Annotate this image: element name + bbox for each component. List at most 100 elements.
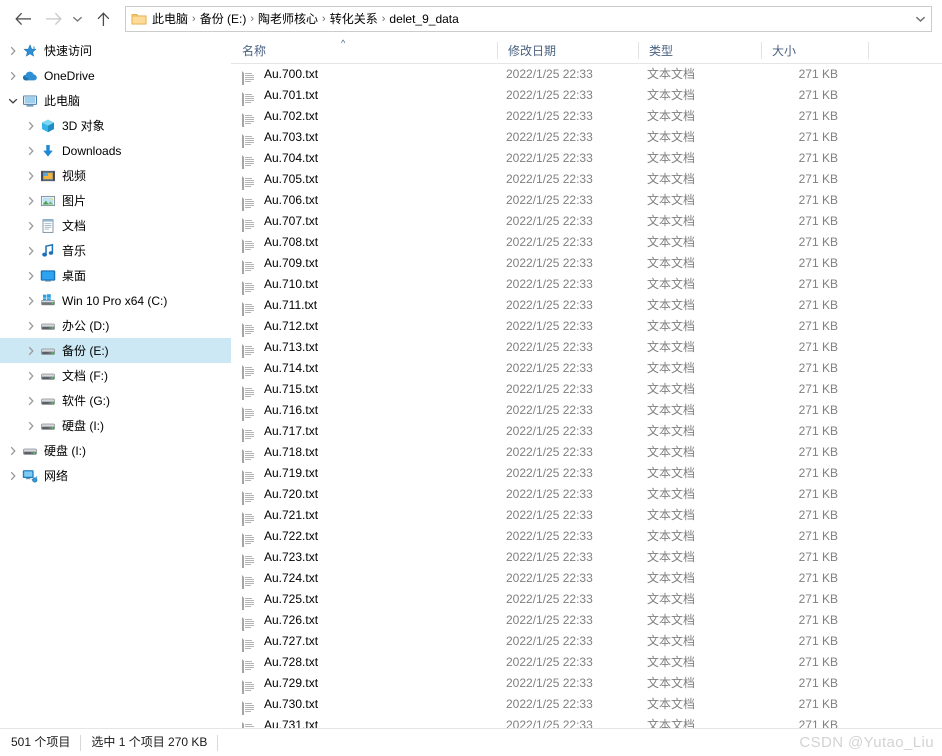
column-header-name[interactable]: 名称 ^ xyxy=(231,38,497,63)
sidebar-item-1[interactable]: OneDrive xyxy=(0,63,231,88)
table-row[interactable]: Au.702.txt 2022/1/25 22:33 文本文档 271 KB xyxy=(231,106,942,127)
table-row[interactable]: Au.704.txt 2022/1/25 22:33 文本文档 271 KB xyxy=(231,148,942,169)
table-row[interactable]: Au.716.txt 2022/1/25 22:33 文本文档 271 KB xyxy=(231,400,942,421)
sidebar-item-12[interactable]: 备份 (E:) xyxy=(0,338,231,363)
table-row[interactable]: Au.729.txt 2022/1/25 22:33 文本文档 271 KB xyxy=(231,673,942,694)
navigation-pane[interactable]: 快速访问 OneDrive 此电脑 3D 对象 Downloads 视频 图片文档音乐 桌面 W… xyxy=(0,38,231,728)
back-button[interactable] xyxy=(10,6,36,32)
tree-expander[interactable] xyxy=(4,63,22,88)
file-name: Au.726.txt xyxy=(264,613,319,627)
sidebar-item-9[interactable]: 桌面 xyxy=(0,263,231,288)
breadcrumb: 此电脑 › 备份 (E:) › 陶老师核心 › 转化关系 › delet_9_data xyxy=(149,7,909,31)
breadcrumb-item[interactable]: 备份 (E:) xyxy=(197,7,250,31)
file-name-cell: Au.704.txt xyxy=(231,148,318,169)
sidebar-item-14[interactable]: 软件 (G:) xyxy=(0,388,231,413)
file-name-cell: Au.711.txt xyxy=(231,295,317,316)
table-row[interactable]: Au.713.txt 2022/1/25 22:33 文本文档 271 KB xyxy=(231,337,942,358)
tree-expander[interactable] xyxy=(22,413,40,438)
tree-expander[interactable] xyxy=(22,338,40,363)
tree-expander[interactable] xyxy=(4,88,22,113)
table-row[interactable]: Au.717.txt 2022/1/25 22:33 文本文档 271 KB xyxy=(231,421,942,442)
sidebar-item-3[interactable]: 3D 对象 xyxy=(0,113,231,138)
column-divider[interactable] xyxy=(868,42,869,59)
tree-expander[interactable] xyxy=(22,388,40,413)
breadcrumb-item[interactable]: delet_9_data xyxy=(386,7,461,31)
sidebar-item-0[interactable]: 快速访问 xyxy=(0,38,231,63)
table-row[interactable]: Au.700.txt 2022/1/25 22:33 文本文档 271 KB xyxy=(231,64,942,85)
sidebar-item-13[interactable]: 文档 (F:) xyxy=(0,363,231,388)
tree-expander[interactable] xyxy=(22,313,40,338)
table-row[interactable]: Au.701.txt 2022/1/25 22:33 文本文档 271 KB xyxy=(231,85,942,106)
file-date-cell: 2022/1/25 22:33 xyxy=(506,550,593,564)
tree-expander[interactable] xyxy=(4,38,22,63)
tree-expander[interactable] xyxy=(22,238,40,263)
sidebar-item-7[interactable]: 文档 xyxy=(0,213,231,238)
file-size-cell: 271 KB xyxy=(798,550,838,564)
sidebar-item-2[interactable]: 此电脑 xyxy=(0,88,231,113)
tree-expander[interactable] xyxy=(22,363,40,388)
address-dropdown-button[interactable] xyxy=(909,7,931,31)
column-header-size[interactable]: 大小 xyxy=(761,38,868,63)
address-bar[interactable]: 此电脑 › 备份 (E:) › 陶老师核心 › 转化关系 › delet_9_data xyxy=(125,6,932,32)
tree-expander[interactable] xyxy=(22,188,40,213)
up-button[interactable] xyxy=(90,6,116,32)
file-type-cell: 文本文档 xyxy=(647,277,696,291)
table-row[interactable]: Au.725.txt 2022/1/25 22:33 文本文档 271 KB xyxy=(231,589,942,610)
tree-expander[interactable] xyxy=(22,263,40,288)
forward-button[interactable] xyxy=(40,6,66,32)
file-list-pane[interactable]: 名称 ^ 修改日期 类型 大小 Au.700.txt 2022/1/25 22:3… xyxy=(231,38,942,728)
breadcrumb-item[interactable]: 陶老师核心 xyxy=(255,7,321,31)
sidebar-item-4[interactable]: Downloads xyxy=(0,138,231,163)
sidebar-item-label: 文档 xyxy=(62,218,87,233)
sidebar-item-16[interactable]: 硬盘 (I:) xyxy=(0,438,231,463)
table-row[interactable]: Au.710.txt 2022/1/25 22:33 文本文档 271 KB xyxy=(231,274,942,295)
recent-locations-button[interactable] xyxy=(68,6,86,32)
sidebar-item-8[interactable]: 音乐 xyxy=(0,238,231,263)
table-row[interactable]: Au.731.txt 2022/1/25 22:33 文本文档 271 KB xyxy=(231,715,942,728)
table-row[interactable]: Au.730.txt 2022/1/25 22:33 文本文档 271 KB xyxy=(231,694,942,715)
column-header-type[interactable]: 类型 xyxy=(638,38,761,63)
column-header-date[interactable]: 修改日期 xyxy=(497,38,638,63)
table-row[interactable]: Au.705.txt 2022/1/25 22:33 文本文档 271 KB xyxy=(231,169,942,190)
breadcrumb-item[interactable]: 转化关系 xyxy=(327,7,381,31)
text-file-icon xyxy=(241,592,257,610)
table-row[interactable]: Au.703.txt 2022/1/25 22:33 文本文档 271 KB xyxy=(231,127,942,148)
sidebar-item-11[interactable]: 办公 (D:) xyxy=(0,313,231,338)
table-row[interactable]: Au.714.txt 2022/1/25 22:33 文本文档 271 KB xyxy=(231,358,942,379)
table-row[interactable]: Au.721.txt 2022/1/25 22:33 文本文档 271 KB xyxy=(231,505,942,526)
sidebar-item-17[interactable]: 网络 xyxy=(0,463,231,488)
file-name: Au.725.txt xyxy=(264,592,319,606)
table-row[interactable]: Au.724.txt 2022/1/25 22:33 文本文档 271 KB xyxy=(231,568,942,589)
table-row[interactable]: Au.712.txt 2022/1/25 22:33 文本文档 271 KB xyxy=(231,316,942,337)
table-row[interactable]: Au.707.txt 2022/1/25 22:33 文本文档 271 KB xyxy=(231,211,942,232)
table-row[interactable]: Au.722.txt 2022/1/25 22:33 文本文档 271 KB xyxy=(231,526,942,547)
tree-expander[interactable] xyxy=(22,138,40,163)
tree-expander[interactable] xyxy=(22,213,40,238)
table-row[interactable]: Au.727.txt 2022/1/25 22:33 文本文档 271 KB xyxy=(231,631,942,652)
table-row[interactable]: Au.711.txt 2022/1/25 22:33 文本文档 271 KB xyxy=(231,295,942,316)
breadcrumb-item[interactable]: 此电脑 xyxy=(149,7,191,31)
table-row[interactable]: Au.723.txt 2022/1/25 22:33 文本文档 271 KB xyxy=(231,547,942,568)
table-row[interactable]: Au.720.txt 2022/1/25 22:33 文本文档 271 KB xyxy=(231,484,942,505)
tree-expander[interactable] xyxy=(4,438,22,463)
table-row[interactable]: Au.726.txt 2022/1/25 22:33 文本文档 271 KB xyxy=(231,610,942,631)
table-row[interactable]: Au.708.txt 2022/1/25 22:33 文本文档 271 KB xyxy=(231,232,942,253)
file-rows[interactable]: Au.700.txt 2022/1/25 22:33 文本文档 271 KB Au.70… xyxy=(231,64,942,728)
table-row[interactable]: Au.715.txt 2022/1/25 22:33 文本文档 271 KB xyxy=(231,379,942,400)
tree-expander[interactable] xyxy=(22,113,40,138)
table-row[interactable]: Au.718.txt 2022/1/25 22:33 文本文档 271 KB xyxy=(231,442,942,463)
sidebar-item-10[interactable]: Win 10 Pro x64 (C:) xyxy=(0,288,231,313)
file-name-cell: Au.723.txt xyxy=(231,547,318,568)
sidebar-item-5[interactable]: 视频 xyxy=(0,163,231,188)
table-row[interactable]: Au.719.txt 2022/1/25 22:33 文本文档 271 KB xyxy=(231,463,942,484)
table-row[interactable]: Au.709.txt 2022/1/25 22:33 文本文档 271 KB xyxy=(231,253,942,274)
sidebar-item-6[interactable]: 图片 xyxy=(0,188,231,213)
tree-expander[interactable] xyxy=(4,463,22,488)
tree-expander[interactable] xyxy=(22,163,40,188)
file-name: Au.713.txt xyxy=(264,340,319,354)
table-row[interactable]: Au.706.txt 2022/1/25 22:33 文本文档 271 KB xyxy=(231,190,942,211)
tree-expander[interactable] xyxy=(22,288,40,313)
file-date-cell: 2022/1/25 22:33 xyxy=(506,67,593,81)
sidebar-item-15[interactable]: 硬盘 (I:) xyxy=(0,413,231,438)
table-row[interactable]: Au.728.txt 2022/1/25 22:33 文本文档 271 KB xyxy=(231,652,942,673)
